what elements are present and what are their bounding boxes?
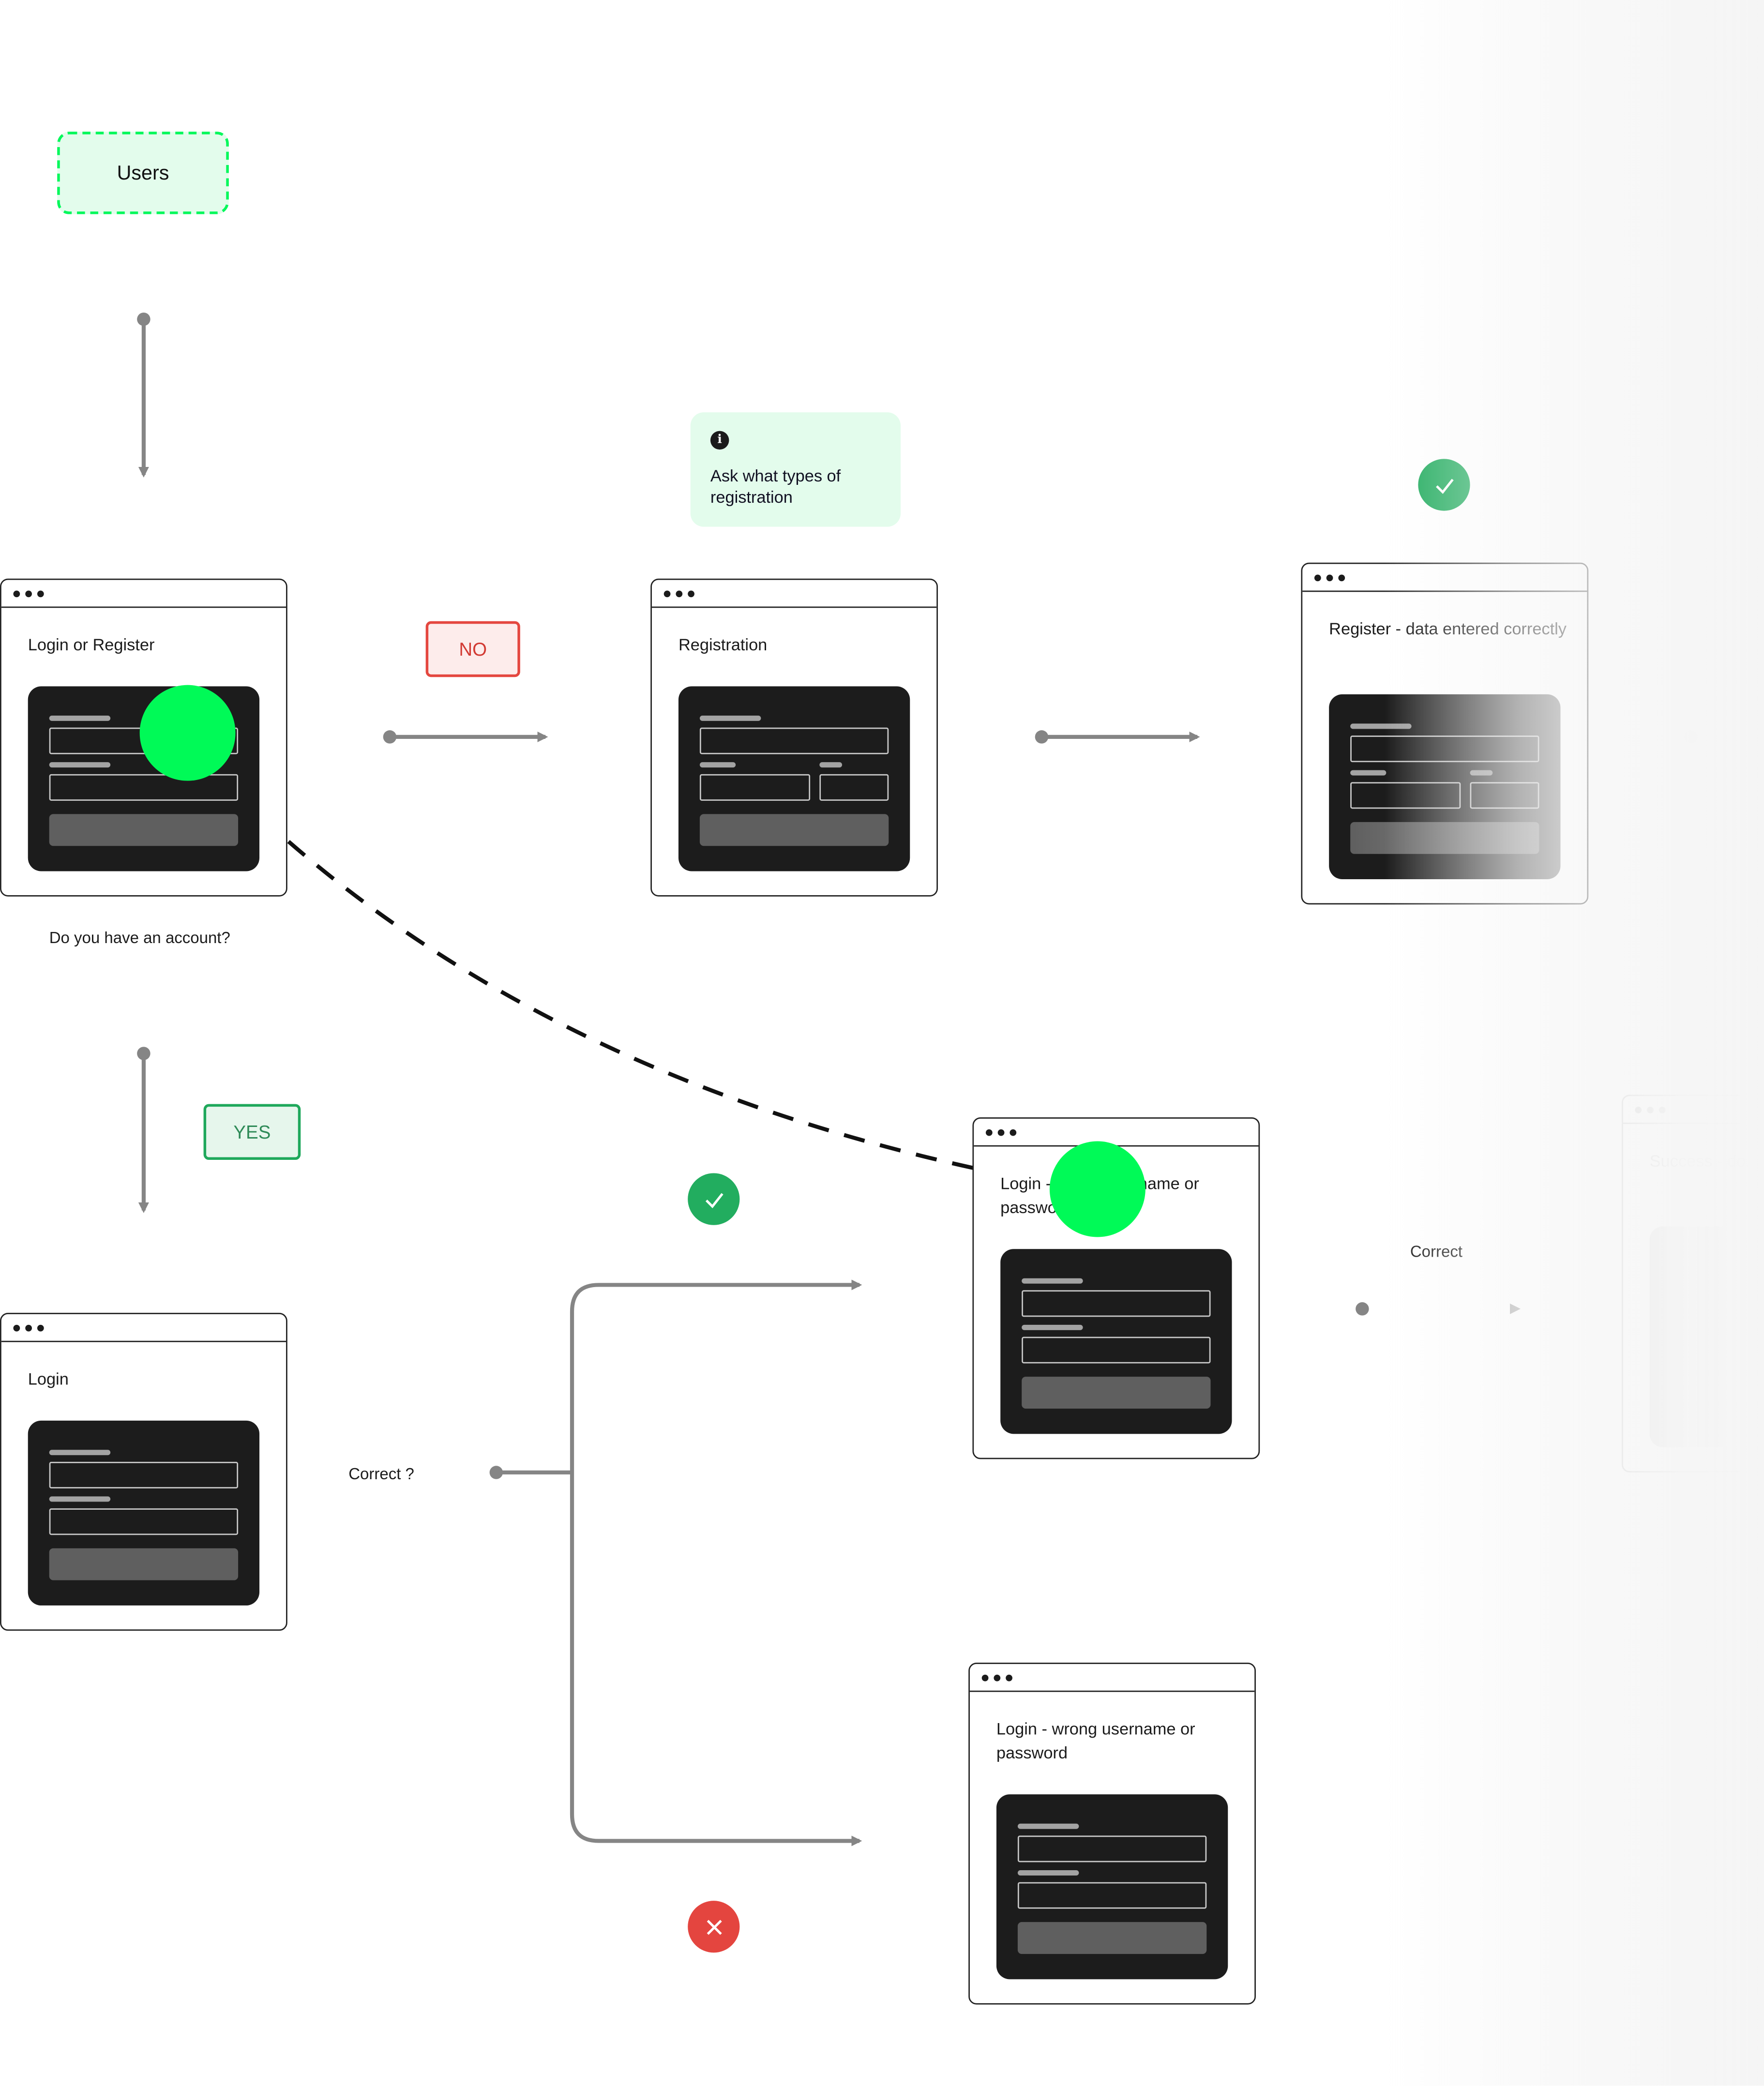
window-bar: [1, 580, 286, 608]
form-panel: [1649, 1226, 1764, 1447]
connector-users-to-login-or-register: [137, 312, 151, 478]
question-label: Do you have an account?: [49, 928, 230, 947]
form-button: [49, 814, 239, 846]
form-panel: [28, 1420, 260, 1606]
form-button: [1017, 1922, 1207, 1954]
users-start-node[interactable]: Users: [57, 132, 229, 214]
screen-title: Login or Register: [28, 635, 155, 655]
form-field: [49, 1508, 239, 1535]
highlight-dot: [139, 685, 236, 781]
note-card: i Ask what types of registration: [690, 412, 901, 527]
screen-title: Register - data entered correctly: [1329, 619, 1567, 639]
info-icon: i: [710, 431, 729, 450]
form-field: [699, 774, 811, 801]
screen-login[interactable]: Login: [0, 1313, 287, 1631]
form-field: [1350, 782, 1461, 809]
no-badge: NO: [425, 621, 520, 677]
form-field: [49, 774, 239, 801]
window-bar: [1302, 564, 1587, 592]
connector-registration-to-success: [1035, 730, 1200, 744]
edge-label-correct: Correct: [1410, 1242, 1462, 1261]
connector-faded-right: [1684, 730, 1764, 744]
window-bar: [969, 1664, 1255, 1692]
screen-register-success[interactable]: Register - data entered correctly: [1301, 562, 1589, 905]
check-icon: [688, 1173, 740, 1225]
yes-badge: YES: [203, 1104, 301, 1160]
form-field: [1350, 735, 1539, 763]
form-field: [49, 1462, 239, 1489]
form-button: [1350, 822, 1539, 854]
form-field: [1017, 1882, 1207, 1909]
connectors-layer: [137, 312, 1764, 1846]
screen-title: Registration: [678, 635, 768, 655]
no-label: NO: [459, 638, 487, 660]
note-text: Ask what types of registration: [710, 466, 841, 507]
yes-label: YES: [233, 1121, 271, 1143]
window-bar: [1623, 1096, 1764, 1124]
screen-title: Success - do... successfully: [1649, 1152, 1764, 1171]
form-field: [699, 727, 889, 754]
connector-correct-branch: [489, 1279, 862, 1846]
window-bar: [651, 580, 937, 608]
connector-no-to-registration: [383, 730, 548, 744]
decision-label: Correct ?: [348, 1464, 414, 1484]
form-button: [49, 1548, 239, 1580]
form-field: [1470, 782, 1539, 809]
screen-login-wrong-bottom[interactable]: Login - wrong username or password: [968, 1663, 1256, 2005]
screen-title: Login: [28, 1370, 69, 1389]
flow-diagram-canvas: Users i Ask what types of registration N…: [0, 0, 1764, 2086]
screen-title: Login - wrong username or password: [996, 1720, 1195, 1762]
screen-success[interactable]: Success - do... successfully: [1621, 1095, 1764, 1473]
screen-registration[interactable]: Registration: [650, 578, 938, 897]
form-button: [699, 814, 889, 846]
window-bar: [1, 1314, 286, 1342]
form-field: [819, 774, 889, 801]
connector-yes-to-login: [137, 1047, 151, 1213]
form-panel: [678, 686, 910, 871]
connector-correct-to-success: [1356, 1302, 1521, 1316]
window-bar: [974, 1119, 1259, 1147]
users-label: Users: [117, 161, 169, 184]
form-field: [1017, 1835, 1207, 1862]
form-panel: [996, 1794, 1228, 1980]
form-panel: [1000, 1249, 1232, 1434]
highlight-dot: [1049, 1141, 1146, 1237]
form-field: [1022, 1290, 1211, 1317]
form-button: [1022, 1377, 1211, 1409]
form-panel: [1329, 694, 1561, 880]
form-field: [1022, 1336, 1211, 1364]
x-icon: [688, 1901, 740, 1953]
check-icon: [1418, 459, 1470, 511]
